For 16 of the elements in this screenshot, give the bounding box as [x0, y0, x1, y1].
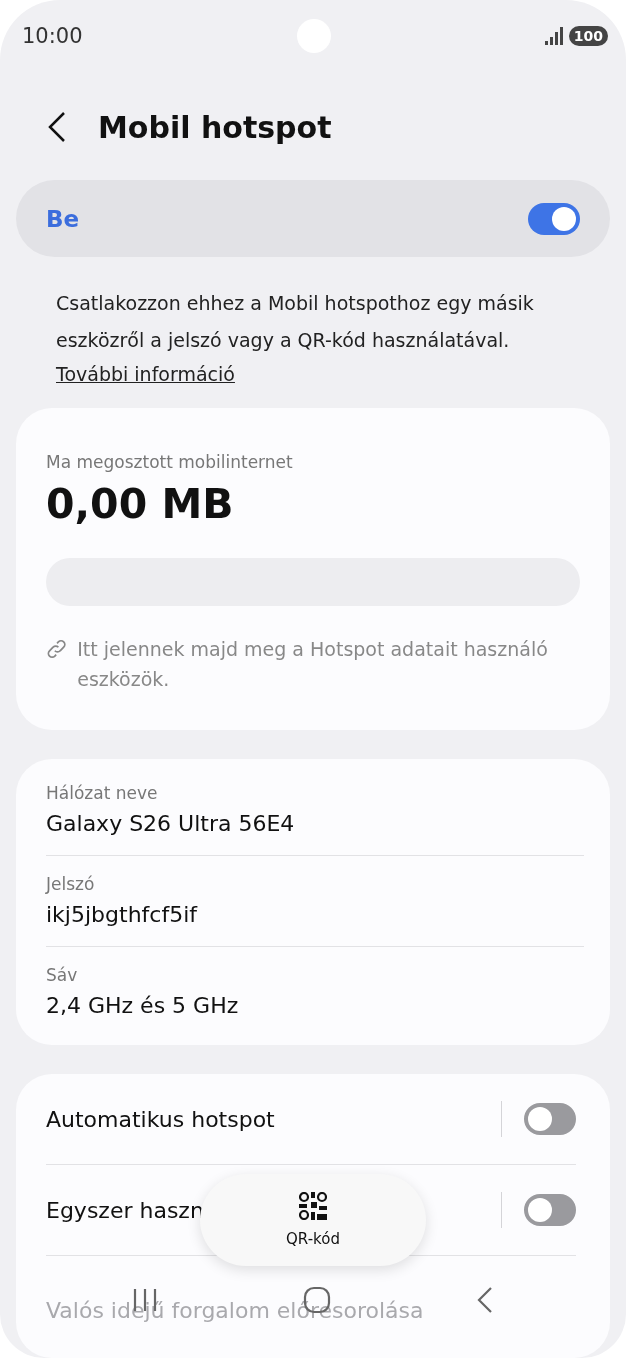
usage-amount: 0,00 MB: [46, 479, 235, 528]
clock-time: 10:00: [22, 24, 83, 48]
field-label: Jelszó: [46, 873, 96, 894]
page-title: Mobil hotspot: [98, 109, 332, 145]
usage-label: Ma megosztott mobilinternet: [46, 451, 294, 472]
field-label: Hálózat neve: [46, 782, 159, 803]
description-text: Csatlakozzon ehhez a Mobil hotspothoz egy másik eszközről a jelszó vagy a QR-kód használatával.: [56, 291, 535, 354]
field-value[interactable]: 2,4 GHz és 5 GHz: [46, 992, 584, 1018]
more-info-link[interactable]: További információ: [56, 363, 235, 386]
devices-note: Itt jelennek majd meg a Hotspot adatait használó eszközök.: [77, 636, 549, 692]
field-label: Sáv: [46, 964, 79, 985]
field-value[interactable]: ikj5jbgthfcf5if: [46, 901, 584, 927]
field-value[interactable]: Galaxy S26 Ultra 56E4: [46, 810, 584, 836]
option-label[interactable]: Automatikus hotspot: [46, 1106, 275, 1132]
battery-level: 100: [568, 26, 608, 46]
switch-label: Be: [46, 205, 80, 232]
